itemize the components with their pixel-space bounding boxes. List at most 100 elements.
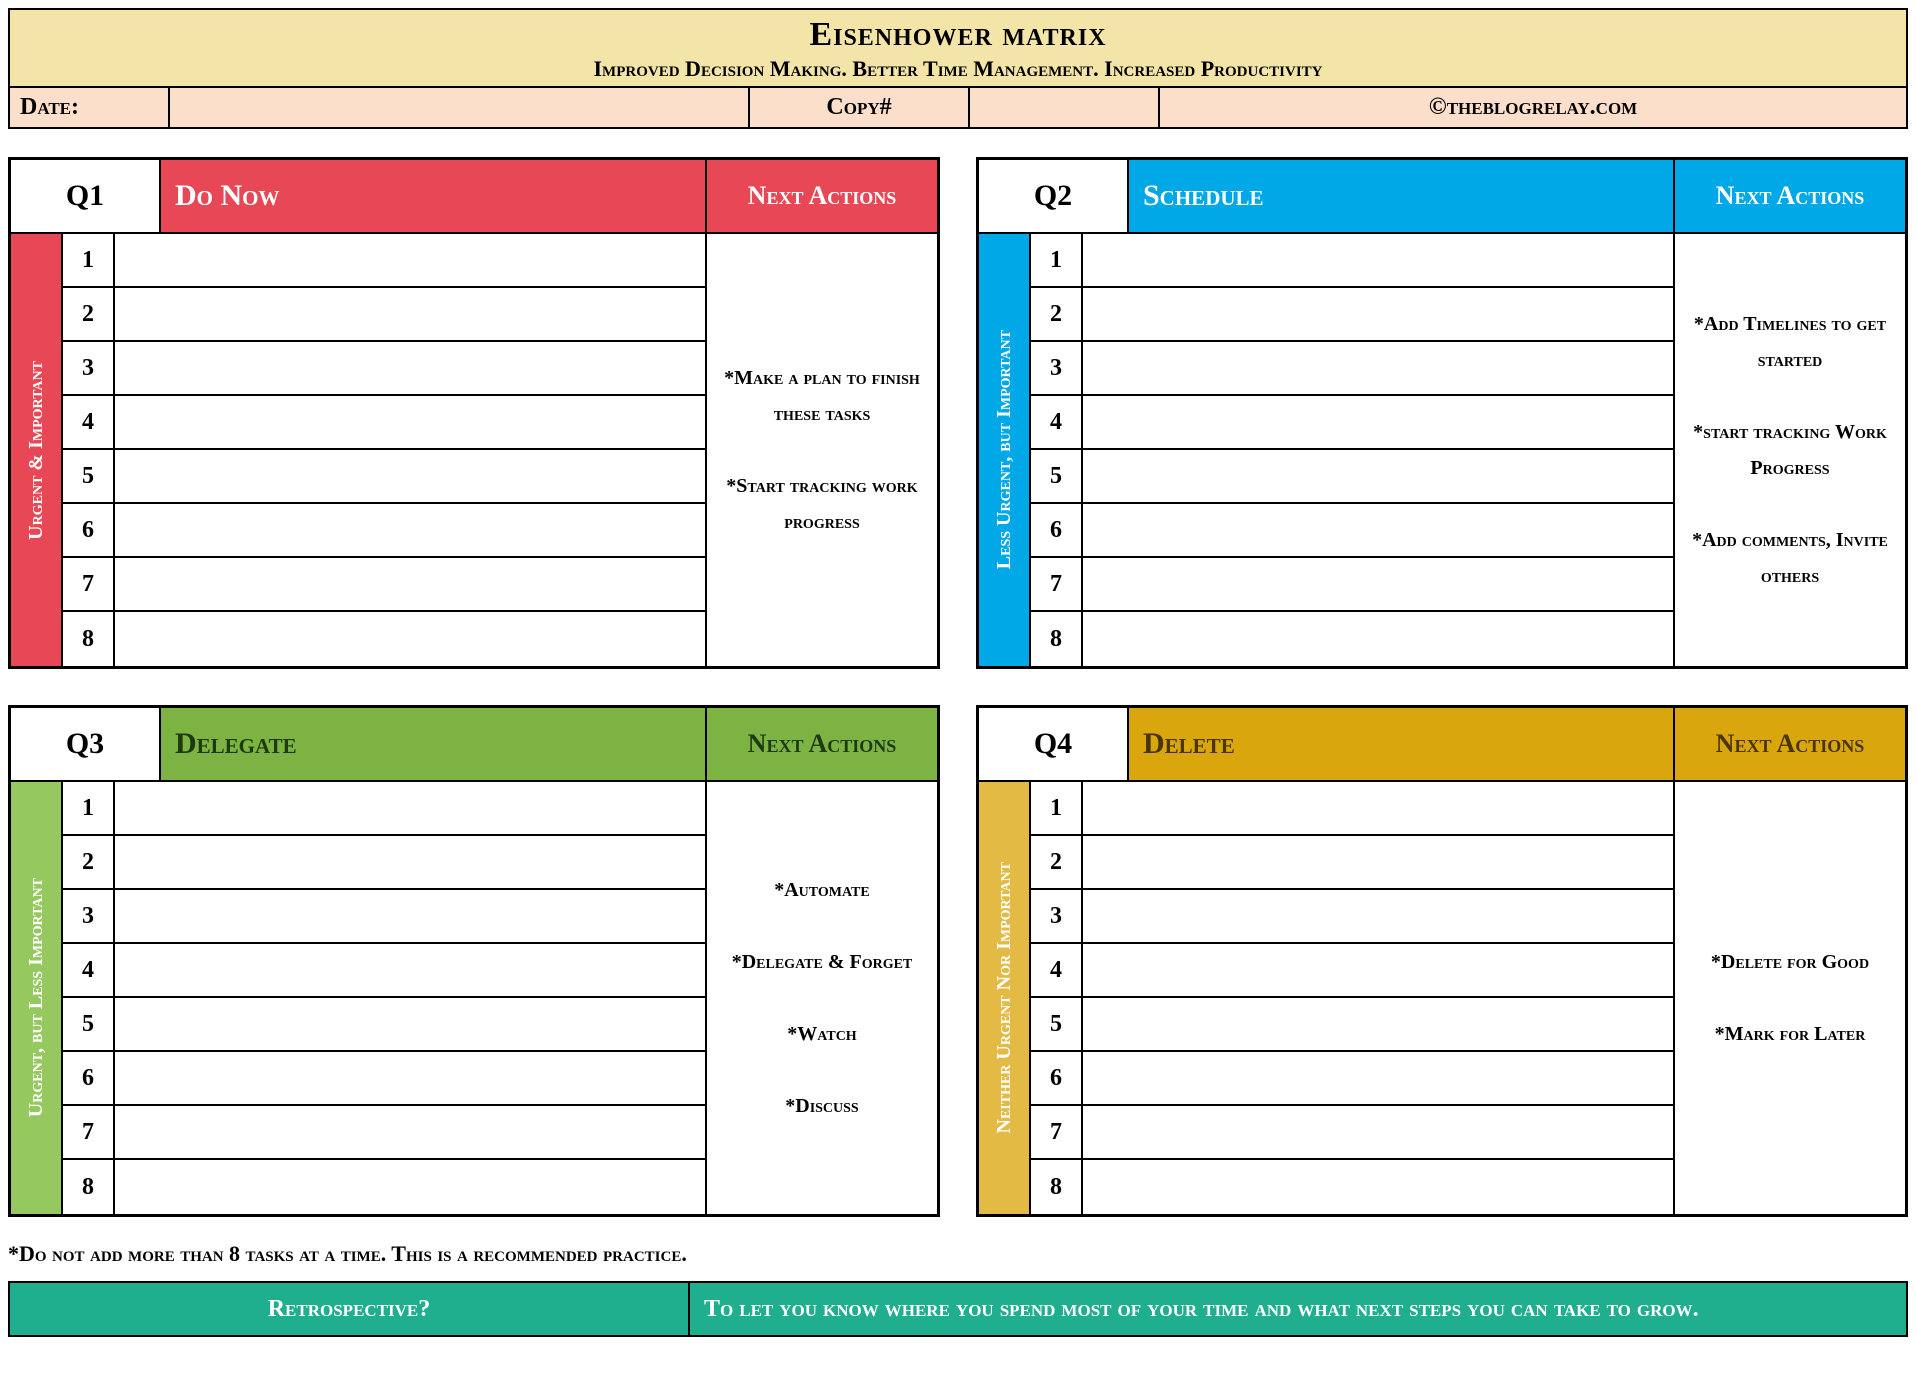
row-number: 8 [1031,1160,1083,1214]
task-input[interactable] [1083,504,1673,556]
task-row: 6 [63,1052,705,1106]
task-input[interactable] [115,396,705,448]
task-row: 7 [1031,1106,1673,1160]
task-input[interactable] [115,1106,705,1158]
task-row: 4 [1031,944,1673,998]
quadrant-q2: Q2 Schedule Next Actions Less Urgent, bu… [976,157,1908,669]
row-number: 8 [63,612,115,666]
row-number: 1 [63,782,115,834]
row-number: 1 [1031,234,1083,286]
row-number: 2 [63,836,115,888]
task-input[interactable] [1083,998,1673,1050]
task-input[interactable] [1083,558,1673,610]
task-input[interactable] [1083,1106,1673,1158]
task-row: 1 [63,234,705,288]
row-number: 5 [63,450,115,502]
q1-next-label: Next Actions [707,160,937,232]
task-row: 2 [1031,288,1673,342]
row-number: 6 [1031,1052,1083,1104]
task-row: 8 [1031,1160,1673,1214]
task-row: 2 [1031,836,1673,890]
page-subtitle: Improved Decision Making. Better Time Ma… [10,56,1906,82]
task-row: 6 [1031,504,1673,558]
date-value[interactable] [170,88,750,127]
copy-value[interactable] [970,88,1160,127]
row-number: 1 [63,234,115,286]
quadrant-q3: Q3 Delegate Next Actions Urgent, but Les… [8,705,940,1217]
q1-actions: *Make a plan to finish these tasks *Star… [707,234,937,666]
task-input[interactable] [1083,288,1673,340]
task-input[interactable] [115,234,705,286]
row-number: 2 [63,288,115,340]
task-row: 8 [1031,612,1673,666]
task-row: 5 [1031,998,1673,1052]
row-number: 3 [1031,342,1083,394]
task-input[interactable] [1083,890,1673,942]
row-number: 6 [63,1052,115,1104]
page-title: Eisenhower matrix [10,16,1906,54]
row-number: 1 [1031,782,1083,834]
task-input[interactable] [115,1052,705,1104]
q3-code: Q3 [11,708,161,780]
row-number: 8 [1031,612,1083,666]
task-input[interactable] [1083,234,1673,286]
q4-side-label: Neither Urgent Nor Important [979,782,1031,1214]
task-input[interactable] [1083,1052,1673,1104]
row-number: 7 [1031,558,1083,610]
row-number: 3 [1031,890,1083,942]
task-row: 7 [63,1106,705,1160]
task-input[interactable] [115,504,705,556]
retrospective-text: To let you know where you spend most of … [690,1283,1906,1335]
q4-actions: *Delete for Good *Mark for Later [1675,782,1905,1214]
task-input[interactable] [1083,342,1673,394]
task-input[interactable] [115,1160,705,1214]
task-row: 3 [1031,342,1673,396]
task-input[interactable] [115,342,705,394]
row-number: 3 [63,890,115,942]
task-input[interactable] [115,890,705,942]
q1-rows: 1 2 3 4 5 6 7 8 [63,234,707,666]
q2-title: Schedule [1129,160,1675,232]
task-input[interactable] [115,944,705,996]
row-number: 2 [1031,288,1083,340]
q1-code: Q1 [11,160,161,232]
task-input[interactable] [115,782,705,834]
task-row: 1 [1031,782,1673,836]
task-row: 4 [63,396,705,450]
row-number: 2 [1031,836,1083,888]
q2-next-label: Next Actions [1675,160,1905,232]
credit-text: ©theblogrelay.com [1160,88,1906,127]
task-input[interactable] [1083,782,1673,834]
task-row: 6 [1031,1052,1673,1106]
task-input[interactable] [1083,836,1673,888]
task-input[interactable] [1083,450,1673,502]
row-number: 4 [1031,944,1083,996]
task-row: 3 [63,890,705,944]
task-input[interactable] [115,998,705,1050]
q3-rows: 1 2 3 4 5 6 7 8 [63,782,707,1214]
task-row: 2 [63,836,705,890]
quadrant-q1: Q1 Do Now Next Actions Urgent & Importan… [8,157,940,669]
task-input[interactable] [115,558,705,610]
task-input[interactable] [1083,1160,1673,1214]
task-row: 5 [63,998,705,1052]
q2-code: Q2 [979,160,1129,232]
q4-rows: 1 2 3 4 5 6 7 8 [1031,782,1675,1214]
q2-rows: 1 2 3 4 5 6 7 8 [1031,234,1675,666]
task-row: 8 [63,1160,705,1214]
task-input[interactable] [115,288,705,340]
task-row: 3 [1031,890,1673,944]
row-number: 7 [63,1106,115,1158]
task-input[interactable] [1083,944,1673,996]
task-input[interactable] [115,450,705,502]
q3-next-label: Next Actions [707,708,937,780]
task-input[interactable] [115,612,705,666]
task-row: 8 [63,612,705,666]
row-number: 6 [1031,504,1083,556]
q3-title: Delegate [161,708,707,780]
task-row: 4 [63,944,705,998]
task-input[interactable] [1083,396,1673,448]
task-input[interactable] [115,836,705,888]
task-input[interactable] [1083,612,1673,666]
q3-side-label: Urgent, but Less Important [11,782,63,1214]
